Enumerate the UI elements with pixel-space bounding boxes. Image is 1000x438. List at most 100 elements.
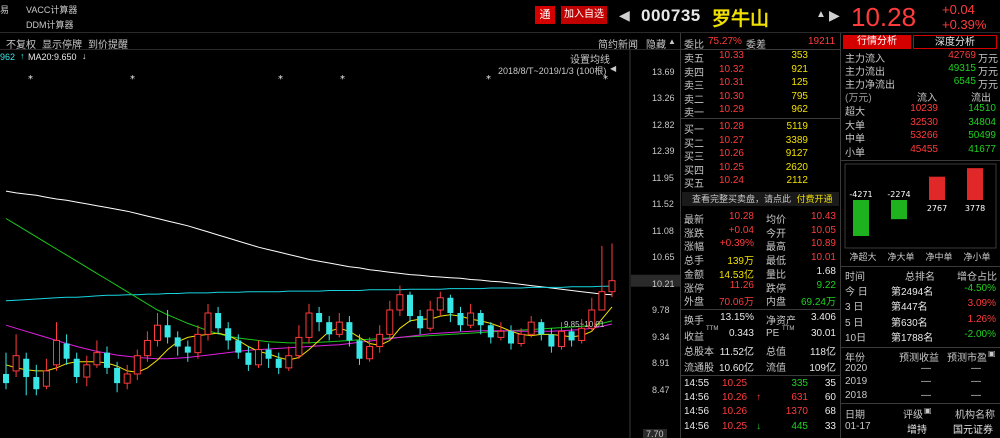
candle-body[interactable]	[265, 349, 272, 359]
event-star-icon[interactable]: *	[340, 74, 345, 85]
no-adjust-button[interactable]: 不复权	[6, 36, 36, 51]
candle-body[interactable]	[538, 322, 545, 335]
candle-body[interactable]	[33, 377, 40, 390]
menu-ddm-calculator[interactable]: DDM计算器	[26, 18, 74, 31]
candle-body[interactable]	[295, 336, 303, 357]
candle-body[interactable]	[407, 294, 413, 317]
candle-body[interactable]	[548, 334, 555, 347]
candle-body[interactable]	[63, 343, 70, 359]
candle-body[interactable]	[386, 309, 394, 335]
net-flow-value: 2767	[927, 204, 947, 213]
candle-body[interactable]	[417, 316, 424, 329]
candle-body[interactable]	[3, 373, 9, 384]
candle-body[interactable]	[225, 328, 232, 341]
candle-body[interactable]	[436, 297, 444, 311]
up-triangle-icon[interactable]: ▲	[816, 9, 826, 20]
candle-body[interactable]	[426, 309, 434, 329]
candle-body[interactable]	[235, 340, 242, 353]
ask-row[interactable]: 卖一 10.29 962	[684, 104, 838, 119]
bid-row[interactable]: 买三 10.26 9127	[684, 148, 838, 163]
tab-deep-analysis[interactable]: 深度分析	[913, 35, 997, 49]
ask-row[interactable]: 卖四 10.32 921	[684, 64, 838, 79]
hide-arrow-icon[interactable]: ▲	[668, 37, 676, 46]
range-left-arrow-icon[interactable]: ◀	[610, 64, 616, 73]
candle-body[interactable]	[598, 291, 606, 311]
candle-body[interactable]	[104, 352, 110, 368]
candle-body[interactable]	[326, 322, 333, 335]
bid-row[interactable]: 买五 10.24 2112	[684, 175, 838, 190]
estimate-expand-icon[interactable]: ▣	[988, 349, 996, 358]
ask-row[interactable]: 卖五 10.33 353	[684, 50, 838, 65]
candle-body[interactable]	[275, 358, 282, 368]
hide-button[interactable]: 隐藏	[646, 36, 666, 51]
rating-row[interactable]: 01-17 增持 国元证券	[843, 421, 998, 436]
candle-body[interactable]	[73, 358, 80, 378]
full-orderbook-bar[interactable]: 查看完整买卖盘，请点此 付费开通	[682, 192, 839, 206]
bid-row[interactable]: 买一 10.28 5119	[684, 121, 838, 136]
price-alert-button[interactable]: 到价提醒	[88, 36, 128, 51]
ask-row[interactable]: 卖二 10.30 795	[684, 91, 838, 106]
tong-button[interactable]: 通	[535, 6, 555, 24]
ask-row[interactable]: 卖三 10.31 125	[684, 77, 838, 92]
candle-body[interactable]	[467, 312, 475, 326]
event-star-icon[interactable]: *	[278, 74, 283, 85]
pay-open-link[interactable]: 付费开通	[797, 194, 833, 204]
candle-body[interactable]	[356, 340, 363, 359]
candle-body[interactable]	[316, 313, 323, 323]
candle-body[interactable]	[497, 330, 505, 338]
candle-body[interactable]	[42, 370, 50, 387]
candle-body[interactable]	[123, 373, 131, 384]
candle-body[interactable]	[143, 339, 151, 357]
candle-body[interactable]	[578, 327, 586, 341]
candle-body[interactable]	[396, 294, 404, 311]
candle-body[interactable]	[568, 331, 575, 341]
kline-chart[interactable]: * * * * * * 962 ↑ MA20:9.650 ↓ 设置均线 2018/8/T~…	[0, 50, 680, 438]
menu-left-char[interactable]: 易	[0, 3, 9, 16]
candle-body[interactable]	[245, 352, 252, 365]
event-star-icon[interactable]: *	[28, 74, 33, 85]
candle-body[interactable]	[508, 331, 514, 344]
candle-body[interactable]	[114, 367, 121, 384]
candle-body[interactable]	[457, 313, 464, 326]
candle-body[interactable]	[255, 349, 262, 366]
candle-body[interactable]	[558, 330, 565, 348]
candle-body[interactable]	[346, 322, 353, 341]
candle-body[interactable]	[184, 346, 191, 353]
candle-body[interactable]	[527, 321, 535, 335]
event-star-icon[interactable]: *	[130, 74, 135, 85]
prev-stock-arrow-icon[interactable]: ◀	[619, 7, 630, 24]
candle-body[interactable]	[305, 312, 313, 338]
bid-row[interactable]: 买二 10.27 3389	[684, 135, 838, 150]
candle-body[interactable]	[285, 355, 293, 369]
up-arrow-icon: ↑	[756, 392, 761, 404]
candle-body[interactable]	[12, 355, 20, 372]
candle-body[interactable]	[204, 312, 212, 335]
candle-body[interactable]	[83, 364, 91, 378]
candle-body[interactable]	[53, 339, 60, 366]
tab-market-analysis[interactable]: 行情分析	[843, 35, 911, 49]
candle-body[interactable]	[194, 333, 202, 354]
brief-news-button[interactable]: 简约新闻	[598, 36, 638, 51]
next-stock-arrow-icon[interactable]: ▶	[829, 7, 840, 24]
bid-row[interactable]: 买四 10.25 2620	[684, 162, 838, 177]
candle-body[interactable]	[477, 313, 484, 326]
candle-body[interactable]	[335, 321, 343, 335]
candle-body[interactable]	[608, 280, 616, 293]
candle-body[interactable]	[517, 333, 525, 344]
event-star-icon[interactable]: *	[486, 74, 491, 85]
candle-body[interactable]	[447, 297, 454, 314]
rating-expand-icon[interactable]: ▣	[924, 406, 932, 415]
show-suspend-button[interactable]: 显示停牌	[42, 36, 82, 51]
candle-body[interactable]	[164, 325, 171, 338]
candle-body[interactable]	[215, 313, 222, 329]
add-to-watchlist-button[interactable]: 加入自选	[561, 6, 607, 24]
candle-body[interactable]	[487, 325, 494, 338]
menu-vacc-calculator[interactable]: VACC计算器	[26, 3, 77, 16]
candle-body[interactable]	[133, 355, 141, 375]
candle-body[interactable]	[366, 346, 374, 360]
candle-body[interactable]	[93, 352, 101, 366]
candle-body[interactable]	[154, 324, 161, 341]
candle-body[interactable]	[376, 333, 384, 348]
candle-body[interactable]	[174, 337, 181, 347]
candle-body[interactable]	[23, 358, 30, 378]
